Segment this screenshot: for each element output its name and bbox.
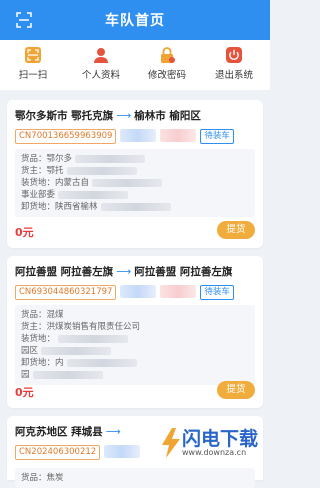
order-number: CN693044860321797 xyxy=(15,285,117,300)
blurred-tag xyxy=(104,445,141,458)
order-number: CN202406300212 xyxy=(15,445,101,460)
page-title: 车队首页 xyxy=(105,13,165,29)
tag-row: CN700136659963909 待装车 xyxy=(15,129,234,144)
detail-line: 货品：鄂尔多 xyxy=(21,153,249,165)
tag-row: CN693044860321797 待装车 xyxy=(15,285,234,300)
lock-icon xyxy=(161,47,175,63)
price: 0元 xyxy=(15,226,34,239)
arrow-right-icon: ⟶ xyxy=(105,426,121,438)
profile-label: 个人资料 xyxy=(81,70,120,81)
change-password-label: 修改密码 xyxy=(147,70,186,81)
route-from: 鄂尔多斯市 鄂托克旗 xyxy=(15,110,114,122)
order-detail: 货品：焦炭 xyxy=(15,468,255,488)
detail-line: 园 xyxy=(21,369,249,381)
lightning-logo-icon xyxy=(162,428,180,458)
arrow-right-icon: ⟶ xyxy=(116,266,132,278)
watermark-url: www.downza.cn xyxy=(182,448,247,457)
blurred-tag xyxy=(120,129,157,142)
blurred-tag xyxy=(160,285,197,298)
route-to: 阿拉善盟 阿拉善左旗 xyxy=(134,266,233,278)
route-to: 榆林市 榆阳区 xyxy=(134,110,201,122)
app-header: 车队首页 xyxy=(0,0,270,40)
tag-row: CN202406300212 xyxy=(15,445,141,460)
quick-actions: 扫一扫 个人资料 修改密码 退出系统 xyxy=(0,40,270,90)
route-from: 阿拉善盟 阿拉善左旗 xyxy=(15,266,114,278)
user-icon xyxy=(94,48,108,63)
route-from: 阿克苏地区 拜城县 xyxy=(15,426,103,438)
order-card[interactable]: 鄂尔多斯市 鄂托克旗 ⟶ 榆林市 榆阳区 CN700136659963909 待装车 … xyxy=(7,100,263,248)
scan-button[interactable]: 扫一扫 xyxy=(0,46,66,81)
detail-line: 货品：焦炭 xyxy=(21,473,64,483)
route: 鄂尔多斯市 鄂托克旗 ⟶ 榆林市 榆阳区 xyxy=(15,108,201,123)
status-badge: 待装车 xyxy=(200,285,234,300)
watermark-text: 闪电下载 xyxy=(182,428,259,450)
logout-button[interactable]: 退出系统 xyxy=(201,46,267,81)
scan-qr-icon xyxy=(25,47,41,63)
detail-line: 卸货地：陕西省榆林 xyxy=(21,201,249,213)
detail-line: 卸货地：内 xyxy=(21,357,249,369)
blurred-tag xyxy=(120,285,157,298)
power-icon xyxy=(226,47,242,63)
order-number: CN700136659963909 xyxy=(15,129,117,144)
status-badge: 待装车 xyxy=(200,129,234,144)
change-password-button[interactable]: 修改密码 xyxy=(134,46,200,81)
profile-button[interactable]: 个人资料 xyxy=(68,46,134,81)
detail-line: 园区 xyxy=(21,345,249,357)
detail-line: 装货地：内蒙古自 xyxy=(21,177,249,189)
pickup-button[interactable]: 提货 xyxy=(217,221,255,239)
route: 阿克苏地区 拜城县 ⟶ xyxy=(15,424,124,439)
watermark: 闪电下载 www.downza.cn xyxy=(160,424,270,464)
route: 阿拉善盟 阿拉善左旗 ⟶ 阿拉善盟 阿拉善左旗 xyxy=(15,264,232,279)
detail-line: 货主：鄂托 xyxy=(21,165,249,177)
detail-line: 货品：混煤 xyxy=(21,310,64,320)
order-detail: 货品：混煤 货主：洪煤炭销售有限责任公司 装货地： 园区 卸货地：内 园 xyxy=(15,305,255,385)
blurred-tag xyxy=(160,129,197,142)
pickup-button[interactable]: 提货 xyxy=(217,381,255,399)
scan-label: 扫一扫 xyxy=(18,70,48,81)
order-detail: 货品：鄂尔多 货主：鄂托 装货地：内蒙古自 事业部委 卸货地：陕西省榆林 xyxy=(15,149,255,217)
detail-line: 事业部委 xyxy=(21,189,249,201)
arrow-right-icon: ⟶ xyxy=(116,110,132,122)
order-card[interactable]: 阿拉善盟 阿拉善左旗 ⟶ 阿拉善盟 阿拉善左旗 CN693044860321797 待… xyxy=(7,256,263,408)
detail-line: 装货地： xyxy=(21,333,249,345)
price: 0元 xyxy=(15,386,34,399)
detail-line: 货主：洪煤炭销售有限责任公司 xyxy=(21,322,141,332)
logout-label: 退出系统 xyxy=(214,70,253,81)
